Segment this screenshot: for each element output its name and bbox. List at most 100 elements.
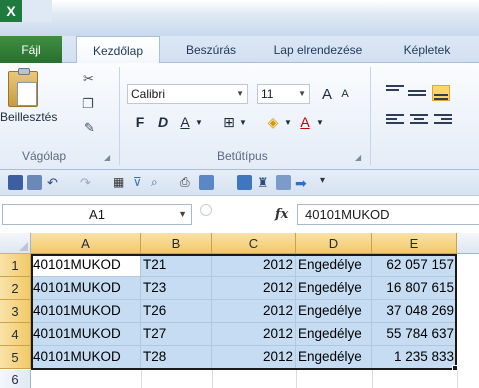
font-group-label: Betűtípus <box>217 149 268 163</box>
table-cell[interactable]: 40101MUKOD <box>31 254 141 277</box>
column-header-f[interactable] <box>457 233 479 254</box>
clipboard-group-label: Vágólap <box>22 149 67 163</box>
title-bar-blank <box>22 0 52 22</box>
chevron-down-icon[interactable]: ▼ <box>315 112 325 132</box>
customize-toolbar-icon[interactable]: ▾ <box>320 175 335 190</box>
form-icon[interactable] <box>199 175 214 190</box>
name-box[interactable]: A1 ▼ <box>2 204 192 225</box>
font-size-value: 11 <box>261 87 274 101</box>
tab-home[interactable]: Kezdőlap <box>76 36 160 64</box>
table-cell[interactable]: T26 <box>141 300 212 323</box>
align-left-icon[interactable] <box>386 114 404 130</box>
name-box-value: A1 <box>89 207 105 222</box>
table-cell[interactable]: Engedélye <box>296 346 372 369</box>
italic-button[interactable]: D <box>155 112 171 132</box>
table-cell[interactable]: Engedélye <box>296 277 372 300</box>
table-cell[interactable]: 40101MUKOD <box>31 277 141 300</box>
column-header-b[interactable]: B <box>141 233 212 254</box>
cut-icon[interactable]: ✂ <box>83 71 94 87</box>
align-top-icon[interactable] <box>386 85 404 101</box>
save-icon[interactable] <box>8 175 23 190</box>
font-name-value: Calibri <box>131 87 166 101</box>
excel-logo-icon[interactable]: X <box>0 0 22 22</box>
select-all-button[interactable] <box>0 233 31 254</box>
shrink-font-button[interactable]: A <box>338 84 352 104</box>
copy-icon[interactable]: ❐ <box>82 96 94 112</box>
chevron-down-icon: ▼ <box>236 89 244 98</box>
table-cell[interactable]: 16 807 615 <box>372 277 457 300</box>
find-icon[interactable]: ♜ <box>257 175 272 190</box>
table-icon[interactable] <box>237 175 252 190</box>
gridline <box>141 370 142 388</box>
formula-input[interactable]: 40101MUKOD <box>297 204 479 225</box>
chevron-down-icon[interactable]: ▼ <box>283 112 293 132</box>
table-cell[interactable]: 40101MUKOD <box>31 300 141 323</box>
row-header[interactable]: 5 <box>0 346 31 369</box>
paste-icon[interactable] <box>8 68 38 107</box>
table-cell[interactable]: Engedélye <box>296 254 372 277</box>
row-header[interactable]: 1 <box>0 254 31 277</box>
grid-icon[interactable]: ▦ <box>113 175 128 190</box>
bold-button[interactable]: F <box>132 112 148 132</box>
column-header-c[interactable]: C <box>212 233 296 254</box>
print-icon[interactable]: ⎙ <box>180 175 195 190</box>
gridline <box>457 370 458 388</box>
align-right-icon[interactable] <box>434 114 452 130</box>
font-size-select[interactable]: 11 ▼ <box>257 84 310 104</box>
table-cell[interactable]: 2012 <box>212 300 296 323</box>
save-as-icon[interactable] <box>27 175 42 190</box>
font-launcher-icon[interactable]: ◢ <box>355 153 361 162</box>
table-cell[interactable]: 2012 <box>212 323 296 346</box>
table-cell[interactable]: T23 <box>141 277 212 300</box>
table-cell[interactable]: T28 <box>141 346 212 369</box>
table-cell[interactable]: Engedélye <box>296 323 372 346</box>
table-cell[interactable]: T21 <box>141 254 212 277</box>
grow-font-button[interactable]: A <box>318 84 336 104</box>
fill-color-icon[interactable]: ◈ <box>264 112 282 132</box>
table-cell[interactable]: 40101MUKOD <box>31 323 141 346</box>
borders-icon[interactable]: ⊞ <box>220 112 238 132</box>
font-name-select[interactable]: Calibri ▼ <box>127 84 248 104</box>
tab-page-layout[interactable]: Lap elrendezése <box>262 36 374 63</box>
row-header[interactable]: 4 <box>0 323 31 346</box>
table-cell[interactable]: 2012 <box>212 346 296 369</box>
tab-insert[interactable]: Beszúrás <box>172 36 250 63</box>
format-painter-icon[interactable]: ✎ <box>84 120 95 136</box>
tab-formulas[interactable]: Képletek <box>388 36 466 63</box>
chevron-down-icon[interactable]: ▼ <box>238 112 248 132</box>
redo-icon[interactable]: ↷ <box>80 175 95 190</box>
row-header[interactable]: 6 <box>0 370 31 388</box>
object-icon[interactable] <box>276 175 291 190</box>
row-header[interactable]: 2 <box>0 277 31 300</box>
align-bottom-icon[interactable] <box>432 85 450 101</box>
paste-button-label[interactable]: Beillesztés <box>0 110 57 124</box>
column-header-a[interactable]: A <box>31 233 141 254</box>
print-preview-icon[interactable]: ⌕ <box>151 175 166 190</box>
table-cell[interactable]: T27 <box>141 323 212 346</box>
table-cell[interactable]: Engedélye <box>296 300 372 323</box>
column-header-e[interactable]: E <box>372 233 457 254</box>
align-center-icon[interactable] <box>410 114 428 130</box>
tab-file[interactable]: Fájl <box>0 36 62 63</box>
insert-function-button[interactable]: fx <box>275 207 288 222</box>
table-cell[interactable]: 40101MUKOD <box>31 346 141 369</box>
clipboard-launcher-icon[interactable]: ◢ <box>104 153 110 162</box>
formula-cancel-icon <box>200 204 212 216</box>
table-cell[interactable]: 37 048 269 <box>372 300 457 323</box>
fill-handle[interactable] <box>452 365 458 371</box>
table-cell[interactable]: 55 784 637 <box>372 323 457 346</box>
row-header[interactable]: 3 <box>0 300 31 323</box>
chevron-down-icon[interactable]: ▼ <box>194 112 204 132</box>
group-separator <box>370 67 371 165</box>
column-header-d[interactable]: D <box>296 233 372 254</box>
underline-button[interactable]: A <box>177 112 193 132</box>
table-cell[interactable]: 62 057 157 <box>372 254 457 277</box>
table-cell[interactable]: 2012 <box>212 254 296 277</box>
undo-icon[interactable]: ↶ <box>47 175 62 190</box>
table-cell[interactable]: 1 235 833 <box>372 346 457 369</box>
table-cell[interactable]: 2012 <box>212 277 296 300</box>
arrow-right-icon[interactable]: ➡ <box>295 175 310 191</box>
filter-icon[interactable]: ⊽ <box>133 175 148 190</box>
align-middle-icon[interactable] <box>408 90 426 106</box>
font-color-button[interactable]: A <box>296 112 314 132</box>
